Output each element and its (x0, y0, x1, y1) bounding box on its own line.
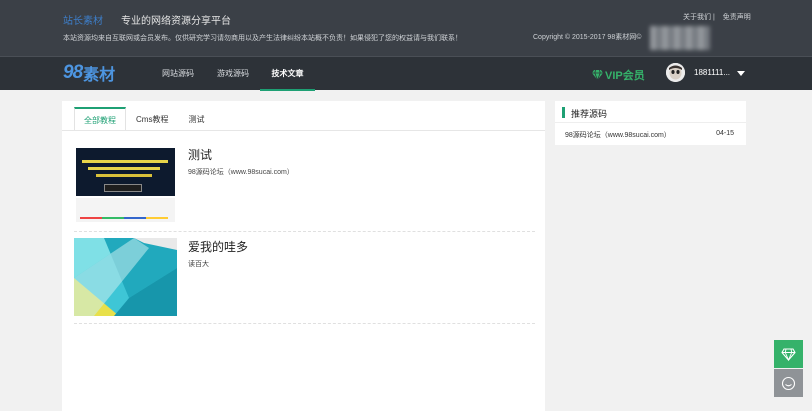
caret-down-icon[interactable] (737, 71, 745, 76)
title-accent-bar (562, 107, 565, 118)
top-links: 关于我们 | 免责声明 (683, 12, 757, 22)
article-item[interactable]: 测试 98源码论坛（www.98sucai.com） (74, 140, 535, 232)
logo-text: 素材 (83, 67, 116, 84)
avatar-image (666, 63, 685, 82)
thumbnail-line (82, 160, 168, 163)
category-tabs: 全部教程 Cms教程 测试 (74, 107, 214, 131)
article-item[interactable]: 爱我的哇多 读百大 (74, 232, 535, 324)
sidebar-title: 推荐源码 (571, 109, 608, 119)
disclaimer-link[interactable]: 免责声明 (723, 14, 751, 21)
site-slogan: 专业的网络资源分享平台 (121, 16, 231, 27)
tab-cms-tutorials[interactable]: Cms教程 (126, 107, 178, 131)
vip-member-link[interactable]: VIP会员 (592, 67, 645, 83)
top-notice-bar: 站长素材 专业的网络资源分享平台 本站资源均来自互联网或会员发布。仅供研究学习请… (0, 0, 812, 56)
about-us-link[interactable]: 关于我们 | (683, 14, 715, 21)
thumbnail-line (88, 167, 160, 170)
article-description: 读百大 (188, 261, 209, 268)
recommended-item-title[interactable]: 98源码论坛（www.98sucai.com） (565, 130, 671, 140)
article-description: 98源码论坛（www.98sucai.com） (188, 169, 294, 176)
diamond-icon (781, 347, 796, 361)
blurred-region (650, 26, 710, 50)
diamond-icon (592, 70, 603, 80)
logo-number: 98 (63, 62, 83, 83)
floating-service-button[interactable] (774, 369, 803, 397)
thumbnail-colorbar (80, 217, 168, 219)
nav-item-website-source[interactable]: 网站源码 (152, 57, 204, 91)
nav-item-tech-articles[interactable]: 技术文章 (260, 57, 315, 91)
main-navbar: 98 素材 网站源码 游戏源码 技术文章 VIP会员 1881111... (0, 56, 812, 91)
avatar[interactable] (666, 63, 685, 82)
list-item[interactable]: 98源码论坛（www.98sucai.com） 04-15 (555, 124, 746, 145)
article-title[interactable]: 爱我的哇多 (188, 238, 248, 255)
nav-item-game-source[interactable]: 游戏源码 (206, 57, 260, 91)
article-list-panel: 全部教程 Cms教程 测试 测试 98源码论坛（www.98sucai.com） (62, 101, 545, 411)
thumbnail-button (104, 184, 142, 192)
material-design-image (74, 238, 177, 316)
tab-test[interactable]: 测试 (178, 107, 214, 131)
thumbnail-line (96, 174, 152, 177)
recommended-item-date: 04-15 (716, 130, 734, 137)
sidebar-header: 推荐源码 (555, 101, 746, 123)
vip-label: VIP会员 (605, 70, 645, 82)
site-logo[interactable]: 98 素材 (63, 62, 115, 84)
article-thumbnail[interactable] (74, 238, 177, 316)
chat-icon (781, 376, 796, 390)
tabs-divider (62, 130, 545, 131)
disclaimer-notice: 本站资源均来自互联网或会员发布。仅供研究学习请勿商用以及产生法律纠纷本站概不负责… (63, 35, 462, 42)
article-title[interactable]: 测试 (188, 146, 212, 163)
username[interactable]: 1881111... (694, 68, 730, 77)
tab-all-tutorials[interactable]: 全部教程 (74, 107, 126, 131)
floating-vip-button[interactable] (774, 340, 803, 368)
copyright-text: Copyright © 2015-2017 98素材网© (533, 34, 642, 41)
recommended-sources-panel: 推荐源码 98源码论坛（www.98sucai.com） 04-15 (555, 101, 746, 145)
site-brand-mini[interactable]: 站长素材 (63, 12, 103, 27)
article-thumbnail[interactable] (74, 146, 177, 224)
